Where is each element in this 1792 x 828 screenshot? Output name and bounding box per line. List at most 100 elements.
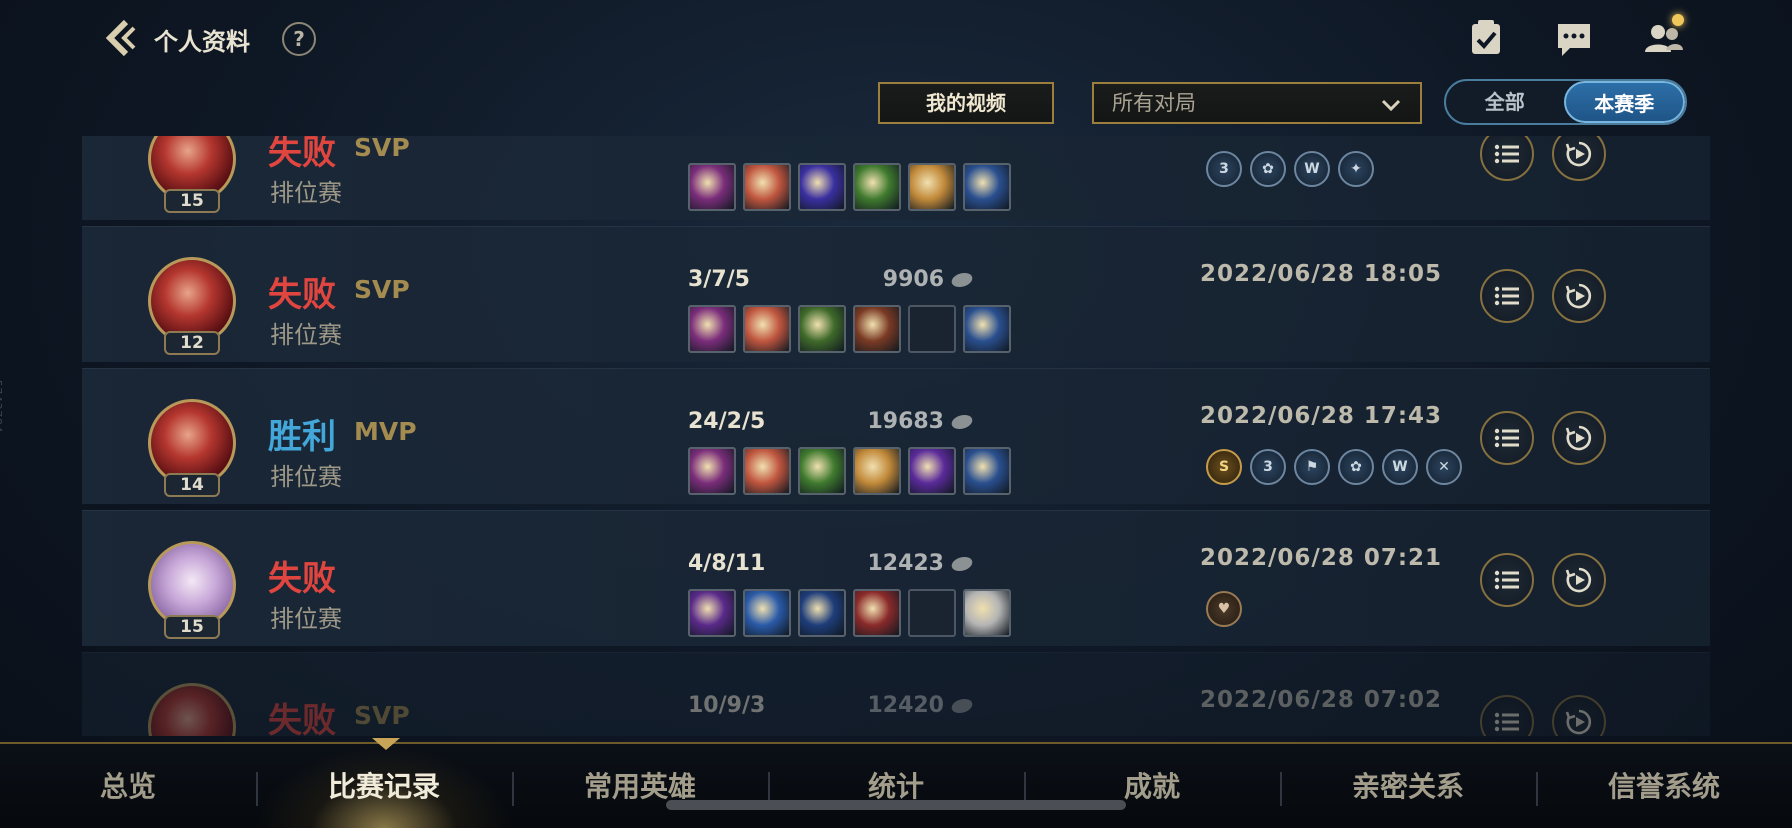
item-slot-icon[interactable] [688, 163, 736, 211]
item-slot-icon[interactable] [743, 305, 791, 353]
honor-badge-icon[interactable]: ✿ [1338, 449, 1374, 485]
item-slot-icon[interactable] [908, 447, 956, 495]
page-title: 个人资料 [154, 28, 250, 56]
match-details-button[interactable] [1480, 136, 1534, 181]
honor-badges: S 3 ⚑ ✿ W ✕ [1206, 449, 1462, 485]
season-option-current[interactable]: 本赛季 [1563, 81, 1685, 123]
match-details-button[interactable] [1480, 695, 1534, 736]
nav-separator [512, 772, 514, 806]
item-slot-empty[interactable] [908, 305, 956, 353]
friends-icon[interactable] [1642, 14, 1686, 60]
nav-tab[interactable]: 常用英雄 [512, 744, 768, 828]
item-slot-icon[interactable] [798, 305, 846, 353]
honor-badge-icon[interactable]: W [1294, 151, 1330, 187]
item-slot-icon[interactable] [963, 589, 1011, 637]
match-type-selected: 所有对局 [1112, 91, 1196, 115]
replay-button[interactable] [1552, 411, 1606, 465]
my-videos-button[interactable]: 我的视频 [878, 82, 1054, 124]
match-date: 2022/06/28 07:02 [1200, 687, 1443, 713]
game-mode: 排位赛 [270, 179, 342, 207]
honor-badge-icon[interactable]: 3 [1250, 449, 1286, 485]
item-slot-icon[interactable] [688, 447, 736, 495]
gold-coin-icon [949, 273, 975, 287]
replay-icon [1565, 709, 1592, 735]
gold-coin-icon [949, 699, 975, 713]
help-icon[interactable]: ? [282, 22, 316, 56]
gold-value: 19683 [867, 409, 944, 434]
item-slot-empty[interactable] [908, 589, 956, 637]
match-row[interactable]: 15 失败 SVP 排位赛 3 ✿ W ✦ [82, 136, 1710, 220]
honor-badge-icon[interactable]: ✿ [1250, 151, 1286, 187]
replay-button[interactable] [1552, 136, 1606, 181]
honor-badge-icon[interactable]: ✕ [1426, 449, 1462, 485]
honor-badge-icon[interactable]: ✦ [1338, 151, 1374, 187]
champion-level-badge: 15 [164, 189, 220, 213]
match-history-list[interactable]: 15 失败 SVP 排位赛 3 ✿ W ✦ 12 失败 SVP 排位赛 3/7/5 9906 2022/06… [82, 136, 1710, 736]
item-slot-icon[interactable] [963, 305, 1011, 353]
nav-tab[interactable]: 成就 [1024, 744, 1280, 828]
item-slot-icon[interactable] [908, 163, 956, 211]
item-slot-icon[interactable] [853, 305, 901, 353]
item-slot-icon[interactable] [963, 163, 1011, 211]
honor-badge-icon[interactable]: ♥ [1206, 591, 1242, 627]
season-toggle[interactable]: 全部 本赛季 [1444, 79, 1687, 125]
match-result: 失败 [268, 136, 336, 173]
replay-icon [1565, 567, 1592, 593]
chat-icon[interactable] [1552, 16, 1596, 60]
item-slot-icon[interactable] [743, 589, 791, 637]
list-icon [1494, 286, 1519, 306]
watermark-id: 5743784 [0, 380, 4, 434]
list-icon [1494, 570, 1519, 590]
nav-tab[interactable]: 信誉系统 [1536, 744, 1792, 828]
task-checklist-icon[interactable] [1464, 16, 1508, 60]
gold-earned: 19683 [782, 409, 975, 434]
item-slot-icon[interactable] [688, 305, 736, 353]
item-slot-icon[interactable] [688, 589, 736, 637]
replay-icon [1565, 425, 1592, 451]
match-row[interactable]: 失败 SVP 10/9/3 12420 2022/06/28 07:02 [82, 652, 1710, 736]
match-date: 2022/06/28 18:05 [1200, 261, 1443, 287]
gold-value: 9906 [882, 267, 944, 292]
honor-badge-icon[interactable]: S [1206, 449, 1242, 485]
honor-badge-icon[interactable]: W [1382, 449, 1418, 485]
nav-tab[interactable]: 统计 [768, 744, 1024, 828]
nav-separator [256, 772, 258, 806]
honor-badge-icon[interactable]: ⚑ [1294, 449, 1330, 485]
item-slot-icon[interactable] [853, 447, 901, 495]
item-slot-icon[interactable] [743, 163, 791, 211]
honor-badge-icon[interactable]: 3 [1206, 151, 1242, 187]
replay-button[interactable] [1552, 269, 1606, 323]
match-type-dropdown[interactable]: 所有对局 [1092, 82, 1422, 124]
item-slot-icon[interactable] [853, 589, 901, 637]
back-button[interactable] [98, 16, 142, 60]
list-icon [1494, 144, 1519, 164]
item-slot-icon[interactable] [798, 163, 846, 211]
match-row[interactable]: 14 胜利 MVP 排位赛 24/2/5 19683 2022/06/28 17:43 S 3 ⚑… [82, 368, 1710, 504]
item-slot-icon[interactable] [798, 447, 846, 495]
item-build [688, 589, 1011, 637]
nav-tab[interactable]: 比赛记录 [256, 744, 512, 828]
item-slot-icon[interactable] [853, 163, 901, 211]
notification-dot [1672, 14, 1684, 26]
item-slot-icon[interactable] [743, 447, 791, 495]
match-result: 失败 [268, 701, 336, 736]
match-details-button[interactable] [1480, 269, 1534, 323]
match-details-button[interactable] [1480, 411, 1534, 465]
champion-avatar[interactable] [148, 683, 236, 736]
replay-button[interactable] [1552, 553, 1606, 607]
item-slot-icon[interactable] [963, 447, 1011, 495]
match-row[interactable]: 15 失败 排位赛 4/8/11 12423 2022/06/28 07:21 ♥ [82, 510, 1710, 646]
nav-tab[interactable]: 亲密关系 [1280, 744, 1536, 828]
match-details-button[interactable] [1480, 553, 1534, 607]
replay-button[interactable] [1552, 695, 1606, 736]
item-slot-icon[interactable] [798, 589, 846, 637]
match-result: 失败 [268, 275, 336, 315]
performance-badge: MVP [354, 417, 417, 446]
nav-tab[interactable]: 总览 [0, 744, 256, 828]
kda-score: 3/7/5 [688, 267, 750, 292]
nav-separator [1536, 772, 1538, 806]
match-date: 2022/06/28 17:43 [1200, 403, 1443, 429]
game-mode: 排位赛 [270, 321, 342, 349]
match-row[interactable]: 12 失败 SVP 排位赛 3/7/5 9906 2022/06/28 18:05 [82, 226, 1710, 362]
season-option-all[interactable]: 全部 [1446, 81, 1564, 123]
